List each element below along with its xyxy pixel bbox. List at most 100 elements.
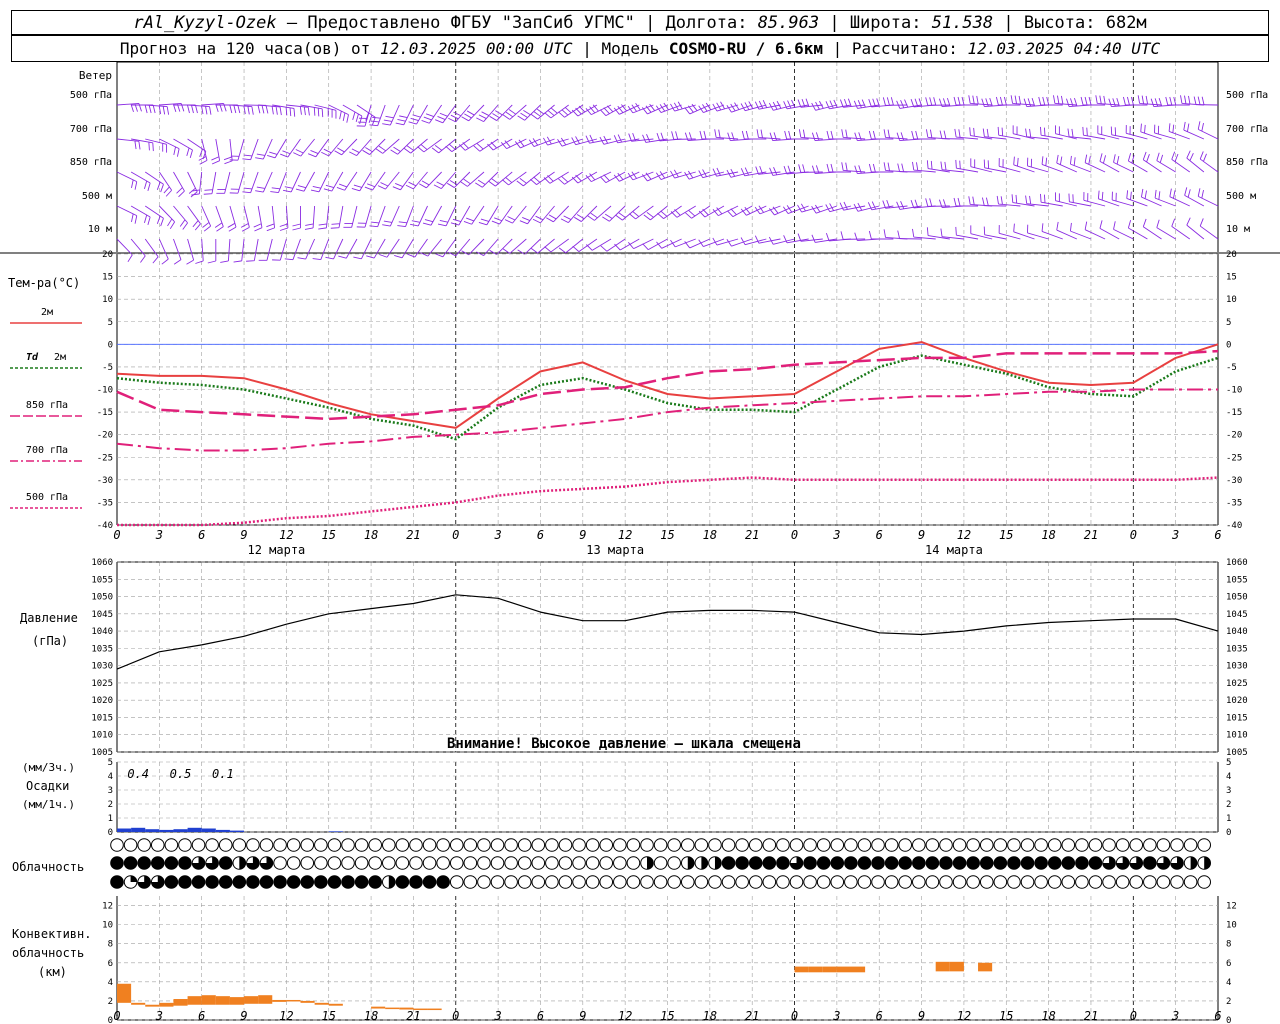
wind-barb	[754, 235, 781, 244]
time-axis-day-label: 14 марта	[925, 543, 983, 557]
convective-bar	[314, 1002, 329, 1005]
wind-level-label-right: 700 гПа	[1226, 124, 1268, 135]
wind-barb	[293, 138, 315, 157]
cloud-cover-symbol	[1088, 838, 1103, 852]
wind-barb	[488, 171, 513, 187]
wind-barb	[1193, 96, 1219, 106]
wind-barb	[420, 238, 443, 257]
cloud-cover-symbol	[626, 875, 641, 889]
cloud-cover-fill	[687, 856, 695, 870]
temp-ytick-label: -35	[97, 498, 113, 508]
wind-barb	[292, 206, 301, 231]
bottom-time-axis-hour-label: 9	[240, 1009, 247, 1023]
cloud-cover-symbol	[816, 856, 831, 870]
wind-barb	[318, 205, 330, 230]
precip-bar	[328, 831, 343, 832]
temp-ytick-label-right: -30	[1226, 476, 1242, 486]
cloud-cover-symbol	[1156, 875, 1171, 889]
bottom-time-axis-hour-label: 21	[406, 1009, 420, 1023]
wind-barb	[1180, 95, 1204, 106]
wind-barb	[417, 138, 442, 153]
cloud-cover-symbol	[110, 856, 124, 870]
conv-title-1: Конвективн.	[12, 927, 91, 941]
cloud-cover-symbol	[803, 875, 817, 889]
cloud-cover-symbol	[599, 856, 614, 870]
cloud-cover-symbol	[259, 838, 274, 852]
cloud-cover-symbol	[599, 875, 614, 889]
temp-ytick-label: -30	[97, 476, 113, 486]
cloud-cover-symbol	[789, 875, 804, 889]
wind-barb	[1186, 217, 1205, 240]
temp-title: Тем-ра(°C)	[8, 276, 80, 290]
wind-barb	[998, 225, 1021, 240]
cloud-cover-symbol	[939, 838, 953, 852]
cloud-cover-symbol	[382, 838, 396, 852]
pressure-unit: (гПа)	[32, 634, 68, 648]
convective-bar	[117, 983, 132, 1003]
cloud-cover-symbol	[368, 856, 383, 870]
cloud-cover-symbol	[517, 856, 532, 870]
cloud-cover-symbol	[449, 838, 464, 852]
convective-bar	[822, 966, 837, 973]
precip-ytick-label: 5	[108, 758, 113, 768]
pressure-ytick-label: 1050	[91, 593, 113, 603]
wind-barb	[968, 196, 993, 207]
cloud-cover-symbol	[1129, 875, 1144, 889]
cloud-cover-symbol	[912, 838, 926, 852]
precip-unit-1h: (мм/1ч.)	[22, 798, 75, 811]
cloud-cover-symbol	[857, 856, 872, 870]
wind-level-label: 500 м	[82, 191, 112, 202]
cloud-cover-symbol	[477, 838, 491, 852]
cloud-cover-symbol	[640, 838, 654, 852]
wind-barb	[1113, 154, 1134, 173]
wind-barb	[925, 97, 950, 106]
temp-ytick-label: -40	[97, 521, 113, 531]
wind-barb	[1171, 151, 1191, 173]
cloud-cover-symbol	[1143, 875, 1157, 889]
bottom-time-axis-hour-label: 21	[1084, 1009, 1098, 1023]
wind-barb	[403, 138, 428, 154]
time-axis-hour-label: 0	[452, 528, 459, 542]
cloud-cover-symbol	[979, 875, 994, 889]
cloud-cover-symbol	[463, 856, 478, 870]
temp-ytick-label: 5	[108, 318, 113, 328]
wind-barb	[258, 238, 273, 261]
wind-barb	[382, 205, 400, 227]
wind-barb	[1027, 224, 1049, 240]
cloud-cover-symbol	[735, 838, 749, 852]
cloud-cover-symbol	[585, 856, 600, 870]
bottom-time-axis-hour-label: 12	[279, 1009, 293, 1023]
cloud-cover-symbol	[1088, 856, 1103, 870]
cloud-cover-symbol	[966, 838, 980, 852]
pressure-warning: Внимание! Высокое давление – шкала смеще…	[447, 736, 801, 752]
wind-barb	[186, 238, 195, 265]
time-axis-hour-label: 9	[579, 528, 586, 542]
cloud-cover-symbol	[545, 856, 559, 870]
wind-barb	[227, 205, 237, 232]
temp-series-line	[116, 388, 1218, 452]
cloud-cover-symbol	[871, 856, 885, 870]
wind-barb	[377, 171, 400, 190]
temp-ytick-label: -20	[97, 431, 113, 441]
convective-bar	[794, 966, 809, 973]
cloud-cover-symbol	[816, 875, 831, 889]
precip-ytick-label-right: 2	[1226, 800, 1231, 810]
wind-barb	[173, 238, 182, 265]
convective-bar	[229, 997, 245, 1005]
wind-barb	[207, 239, 217, 264]
pressure-ytick-label-right: 1020	[1226, 696, 1248, 706]
wind-barb	[1013, 223, 1035, 240]
temp-ytick-label: 10	[102, 295, 113, 305]
cloud-cover-symbol	[558, 875, 573, 889]
cloud-cover-symbol	[925, 875, 940, 889]
cloud-cover-symbol	[300, 838, 315, 852]
cloud-cover-symbol	[884, 875, 899, 889]
wind-barb	[173, 104, 198, 114]
bottom-time-axis-hour-label: 0	[452, 1009, 459, 1023]
wind-barb	[968, 95, 993, 106]
cloud-cover-symbol	[531, 838, 546, 852]
wind-barb	[419, 171, 442, 189]
cloud-cover-symbol	[477, 856, 491, 870]
cloud-cover-symbol	[368, 875, 383, 889]
bottom-time-axis-hour-label: 3	[832, 1009, 840, 1023]
